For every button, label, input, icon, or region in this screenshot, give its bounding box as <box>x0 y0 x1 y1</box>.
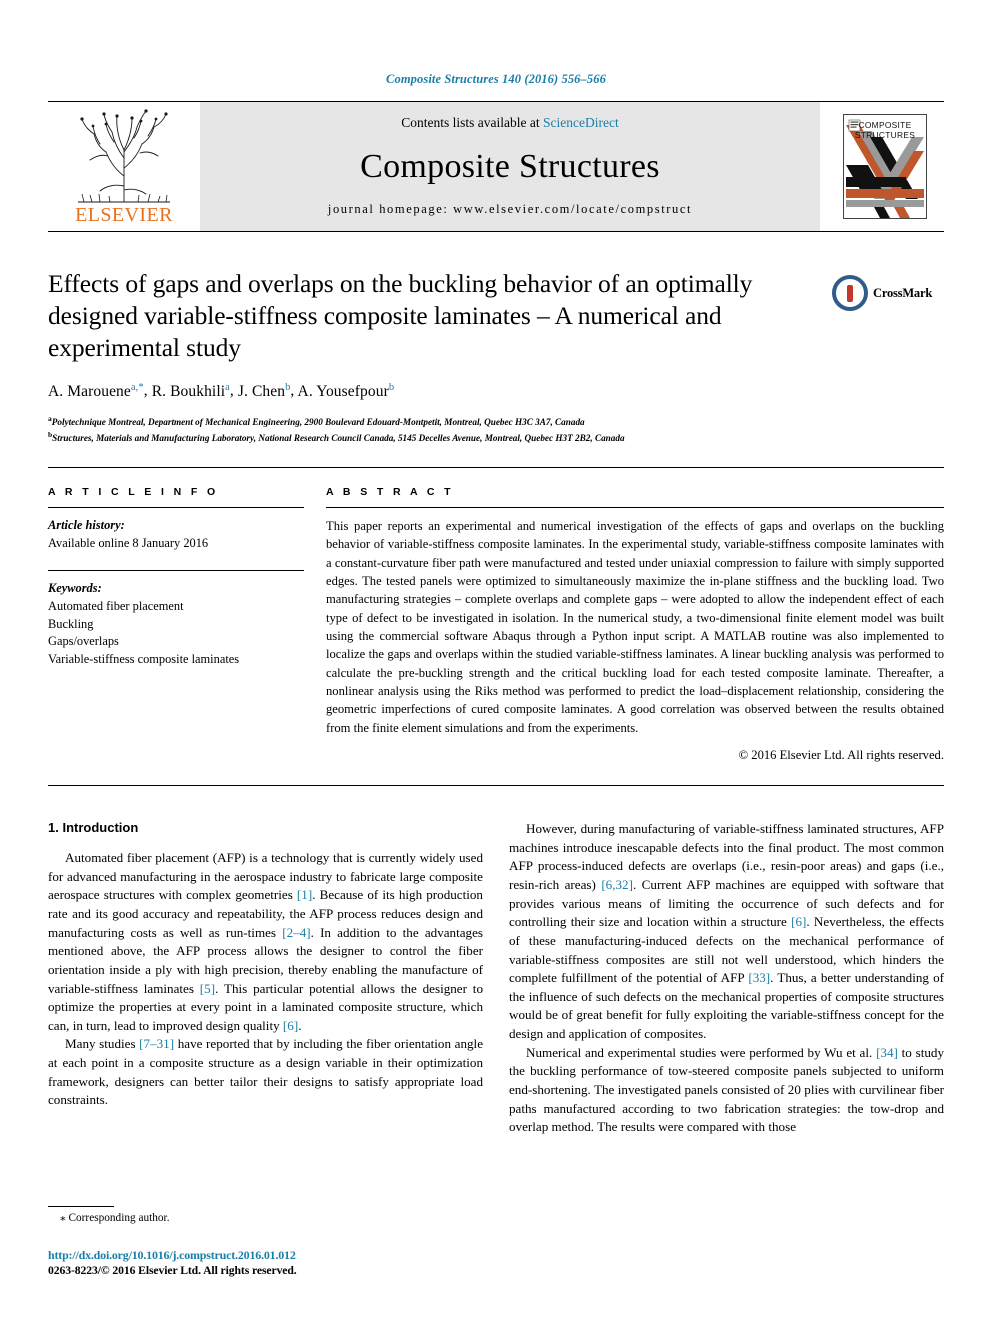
author-name: A. Yousefpour <box>297 382 389 400</box>
article-history-value: Available online 8 January 2016 <box>48 535 209 550</box>
section-heading-introduction: 1. Introduction <box>48 819 139 835</box>
citation-ref[interactable]: [7–31] <box>139 1036 174 1051</box>
keyword-item: Variable-stiffness composite laminates <box>48 651 240 666</box>
article-info-abstract-band: A R T I C L E I N F O Article history: A… <box>48 467 944 786</box>
sciencedirect-link[interactable]: ScienceDirect <box>543 115 619 130</box>
journal-title: Composite Structures <box>360 147 660 185</box>
journal-article-page: Composite Structures 140 (2016) 556–566 <box>0 0 992 1323</box>
elsevier-tree-icon <box>70 106 178 209</box>
keyword-item: Buckling <box>48 616 94 631</box>
author-affil-marker[interactable]: b <box>389 381 394 392</box>
affiliation-text: Structures, Materials and Manufacturing … <box>52 432 625 443</box>
author-sep: , <box>229 382 238 400</box>
author-list: A. Marouenea,*, R. Boukhilia, J. Chenb, … <box>48 381 944 400</box>
abstract-copyright: © 2016 Elsevier Ltd. All rights reserved… <box>738 747 944 762</box>
citation-ref[interactable]: [5] <box>200 981 215 996</box>
author-sep: , <box>290 382 298 400</box>
citation-ref[interactable]: [6] <box>791 914 806 929</box>
corresponding-marker: ⁎ <box>60 1212 66 1224</box>
author-name: A. Marouene <box>48 382 131 400</box>
corresponding-author-note: ⁎ Corresponding author. <box>48 1211 478 1224</box>
contents-available-line: Contents lists available at ScienceDirec… <box>401 115 618 131</box>
contents-prefix: Contents lists available at <box>401 115 543 130</box>
citation-ref[interactable]: [6] <box>283 1018 298 1033</box>
abstract-heading: A B S T R A C T <box>326 486 454 499</box>
paragraph: Numerical and experimental studies were … <box>509 1044 945 1135</box>
body-columns: 1. Introduction Automated fiber placemen… <box>48 820 944 1137</box>
issn-copyright: 0263-8223/© 2016 Elsevier Ltd. All right… <box>48 1264 297 1277</box>
article-info-column: A R T I C L E I N F O Article history: A… <box>48 486 326 763</box>
footnote-divider <box>48 1206 114 1207</box>
crossmark-badge[interactable]: CrossMark <box>832 270 944 316</box>
page-footer: ⁎ Corresponding author. http://dx.doi.or… <box>48 1206 478 1277</box>
citation-ref[interactable]: [34] <box>876 1045 898 1060</box>
author-name: J. Chen <box>237 382 286 400</box>
divider <box>48 507 304 509</box>
abstract-column: A B S T R A C T This paper reports an ex… <box>326 486 944 763</box>
author-affil-marker[interactable]: a,* <box>131 381 144 392</box>
affiliation-list: aPolytechnique Montreal, Department of M… <box>48 413 944 446</box>
keywords-label: Keywords: <box>48 581 102 596</box>
elsevier-logo: ELSEVIER <box>48 102 200 231</box>
page-title: Effects of gaps and overlaps on the buck… <box>48 269 753 363</box>
author-item: A. Yousefpourb <box>297 381 395 400</box>
author-item: A. Marouenea,* <box>48 381 144 400</box>
crossmark-label: CrossMark <box>873 285 933 300</box>
author-sep: , <box>143 382 152 400</box>
keyword-item: Gaps/overlaps <box>48 634 119 649</box>
cover-artwork: COMPOSITE STRUCTURES <box>843 114 927 219</box>
citation-ref[interactable]: [1] <box>297 887 312 902</box>
affiliation-item: bStructures, Materials and Manufacturing… <box>48 429 944 445</box>
body-column-right: However, during manufacturing of variabl… <box>509 820 944 1137</box>
svg-text:STRUCTURES: STRUCTURES <box>855 130 915 140</box>
abstract-text: This paper reports an experimental and n… <box>326 507 944 737</box>
doi-link[interactable]: http://dx.doi.org/10.1016/j.compstruct.2… <box>48 1248 478 1263</box>
svg-text:COMPOSITE: COMPOSITE <box>859 120 912 130</box>
keywords-block: Keywords: Automated fiber placement Buck… <box>48 570 304 668</box>
paragraph: Many studies [7–31] have reported that b… <box>48 1036 484 1108</box>
masthead-center: Contents lists available at ScienceDirec… <box>200 102 820 231</box>
citation-ref[interactable]: [33] <box>748 970 770 985</box>
journal-cover-thumbnail: COMPOSITE STRUCTURES <box>826 102 944 231</box>
citation-ref[interactable]: [6,32] <box>601 877 633 892</box>
author-item: J. Chenb <box>237 381 291 400</box>
author-item: R. Boukhilia <box>151 381 230 400</box>
article-info-heading: A R T I C L E I N F O <box>48 486 219 499</box>
corresponding-text: Corresponding author. <box>68 1212 170 1224</box>
author-name: R. Boukhili <box>151 382 226 400</box>
running-head: Composite Structures 140 (2016) 556–566 <box>386 72 606 86</box>
title-block: Effects of gaps and overlaps on the buck… <box>48 268 944 445</box>
journal-masthead: ELSEVIER Contents lists available at Sci… <box>48 101 944 232</box>
article-history: Article history: Available online 8 Janu… <box>48 517 304 552</box>
paragraph: Automated fiber placement (AFP) is a tec… <box>48 849 484 1033</box>
affiliation-text: Polytechnique Montreal, Department of Me… <box>51 416 585 427</box>
journal-homepage-link[interactable]: journal homepage: www.elsevier.com/locat… <box>328 202 692 217</box>
body-column-left: 1. Introduction Automated fiber placemen… <box>48 820 483 1137</box>
keyword-item: Automated fiber placement <box>48 598 184 613</box>
paragraph: However, during manufacturing of variabl… <box>509 820 945 1042</box>
crossmark-logo-icon <box>832 275 868 311</box>
citation-ref[interactable]: [2–4] <box>282 925 310 940</box>
affiliation-item: aPolytechnique Montreal, Department of M… <box>48 413 944 429</box>
article-history-label: Article history: <box>48 518 125 533</box>
